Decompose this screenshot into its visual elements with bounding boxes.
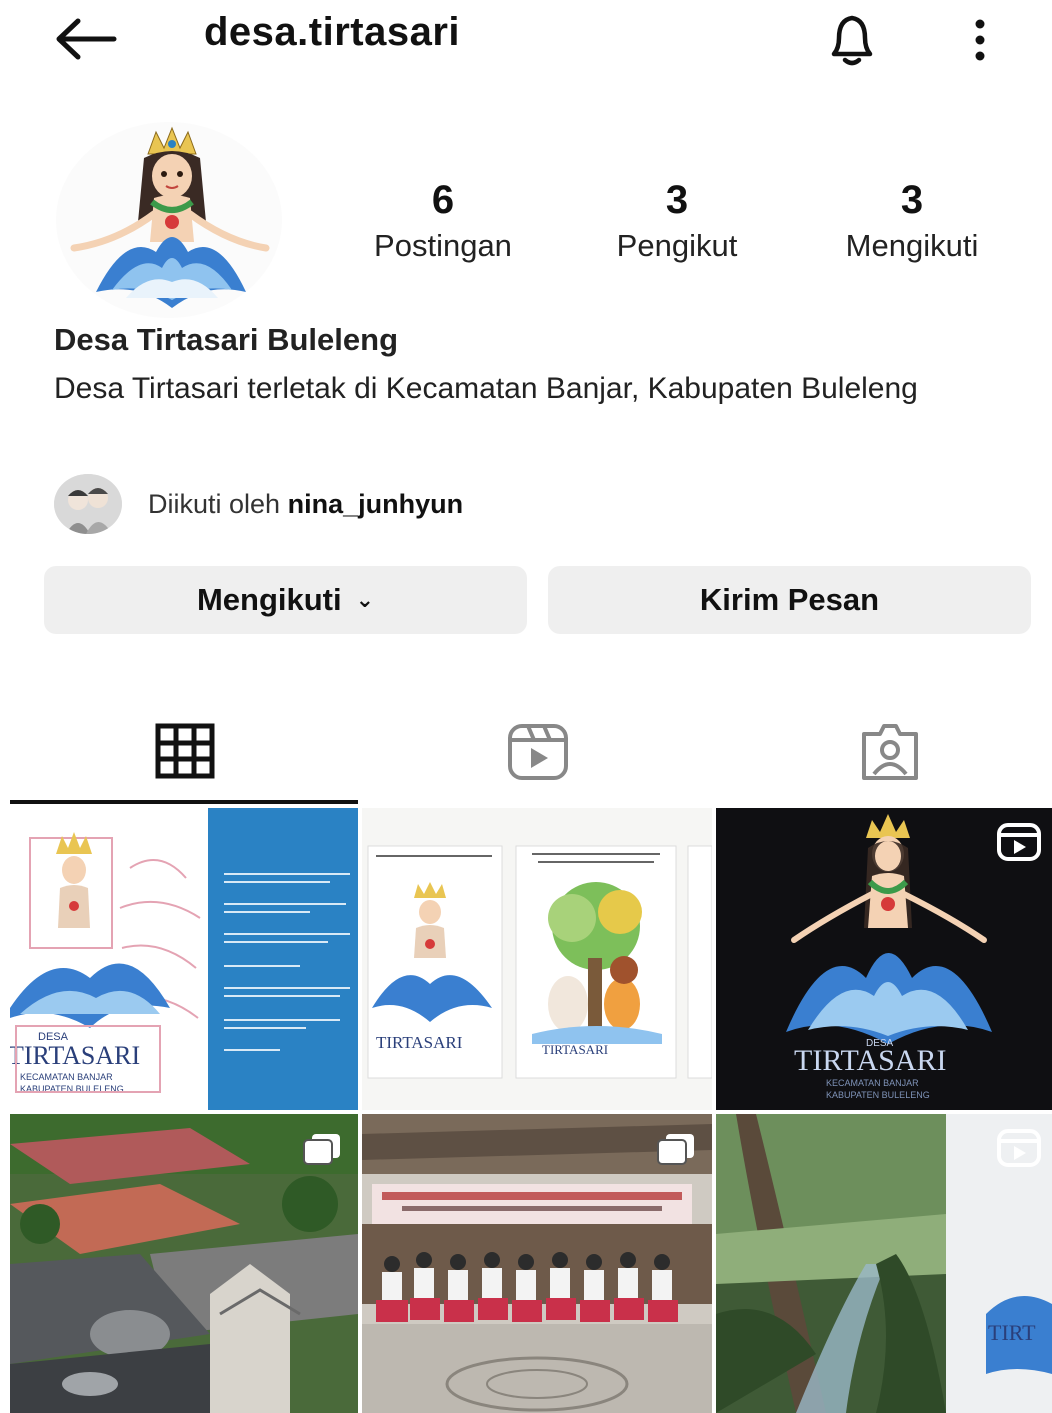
stat-posts[interactable]: 6 Postingan: [343, 176, 543, 268]
stat-followers[interactable]: 3 Pengikut: [577, 176, 777, 268]
stat-following-count: 3: [900, 178, 924, 222]
reels-icon[interactable]: [498, 716, 578, 786]
chevron-down-icon: ⌄: [355, 587, 375, 612]
stat-followers-count: 3: [665, 178, 689, 222]
post-grid: DESA TIRTASARI KECAMATAN BANJAR KABUPATE…: [10, 808, 1052, 1413]
post-2[interactable]: TIRTASARI TIRTASARI: [362, 808, 712, 1110]
post-3-name: TIRTASARI: [794, 1044, 946, 1077]
grid-icon[interactable]: [146, 716, 226, 786]
active-tab-indicator: [10, 800, 358, 804]
post-3-sub1: KECAMATAN BANJAR: [826, 1078, 919, 1088]
avatar[interactable]: [56, 122, 282, 318]
following-button[interactable]: Mengikuti ⌄: [44, 566, 527, 634]
post-6-name: TIRT: [988, 1320, 1036, 1345]
carousel-badge-icon: [303, 1134, 340, 1165]
send-message-button[interactable]: Kirim Pesan: [548, 566, 1031, 634]
following-button-label: Mengikuti: [196, 582, 342, 617]
post-3[interactable]: DESA TIRTASARI KECAMATAN BANJAR KABUPATE…: [716, 808, 1052, 1110]
stat-following[interactable]: 3 Mengikuti: [812, 176, 1012, 268]
profile-username: desa.tirtasari: [204, 10, 461, 54]
carousel-badge-icon: [657, 1134, 694, 1165]
top-bar: desa.tirtasari: [0, 0, 1052, 80]
profile-display-name: Desa Tirtasari Buleleng: [54, 322, 399, 357]
svg-text:TIRTASARI: TIRTASARI: [542, 1042, 608, 1057]
send-message-label: Kirim Pesan: [699, 582, 880, 617]
post-1-sub1: KECAMATAN BANJAR: [20, 1072, 113, 1082]
profile-bio: Desa Tirtasari terletak di Kecamatan Ban…: [54, 372, 918, 405]
post-6[interactable]: TIRT: [716, 1114, 1052, 1413]
followed-by-text: Diikuti oleh nina_junhyun: [148, 489, 463, 520]
arrow-left-icon[interactable]: [50, 14, 120, 64]
followed-by-user[interactable]: nina_junhyun: [288, 489, 464, 519]
more-vertical-icon[interactable]: [962, 12, 998, 68]
stat-followers-label: Pengikut: [616, 228, 738, 263]
post-2-name: TIRTASARI: [376, 1033, 463, 1052]
post-1[interactable]: DESA TIRTASARI KECAMATAN BANJAR KABUPATE…: [10, 808, 358, 1110]
bell-icon[interactable]: [820, 10, 884, 68]
follower-avatar: [54, 474, 122, 534]
reel-badge-icon: [997, 823, 1041, 861]
tagged-icon[interactable]: [850, 716, 930, 786]
post-3-sub2: KABUPATEN BULELENG: [826, 1090, 930, 1100]
post-5[interactable]: [362, 1114, 712, 1413]
followed-by[interactable]: Diikuti oleh nina_junhyun: [54, 474, 463, 534]
stat-posts-label: Postingan: [374, 228, 512, 263]
post-1-name: TIRTASARI: [10, 1041, 140, 1070]
reel-badge-icon: [997, 1129, 1041, 1167]
stat-posts-count: 6: [431, 178, 455, 222]
post-4[interactable]: [10, 1114, 358, 1413]
stat-following-label: Mengikuti: [845, 228, 979, 263]
followed-by-prefix: Diikuti oleh: [148, 488, 281, 519]
